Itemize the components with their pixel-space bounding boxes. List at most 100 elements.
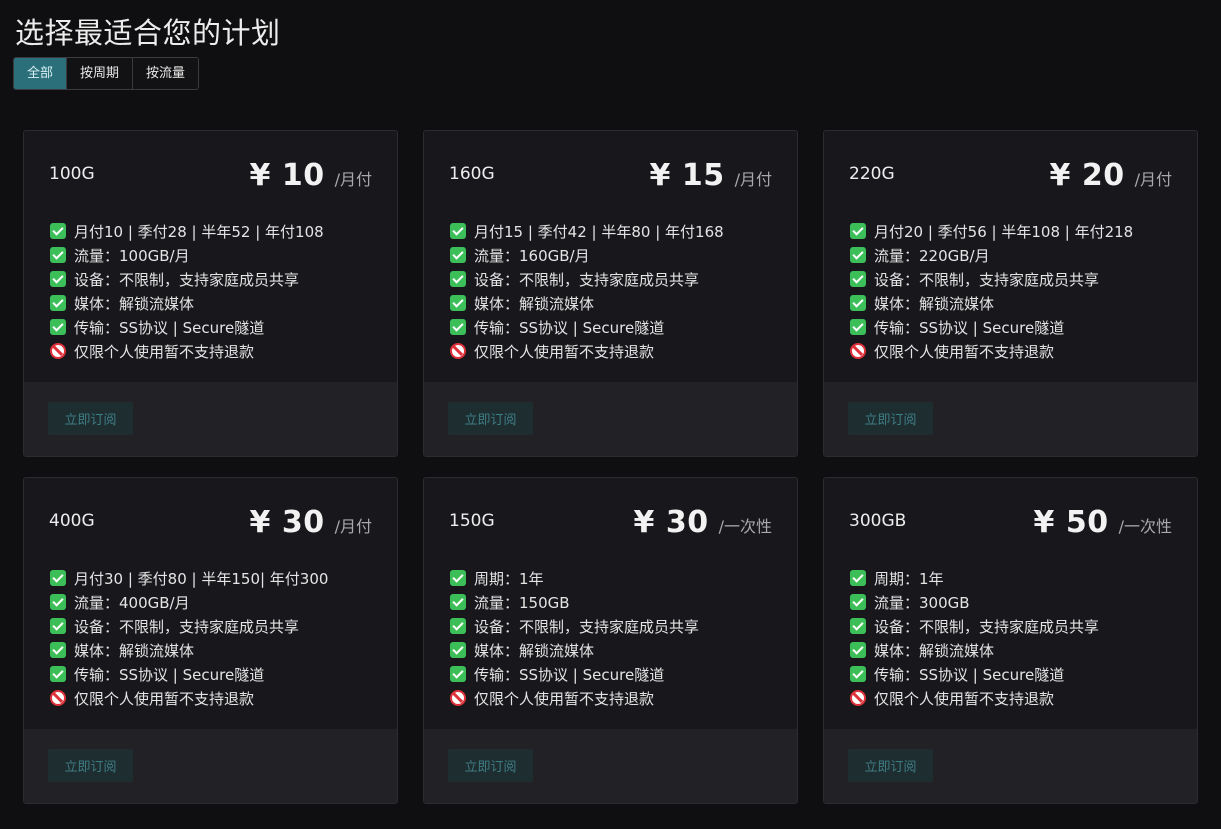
prohibited-icon [450,343,466,359]
plan-price: ¥ 15 /月付 [650,158,772,193]
feature-text: 周期：1年 [474,569,544,588]
feature-text: 仅限个人使用暂不支持退款 [474,342,655,361]
feature-text: 流量：150GB [474,593,570,612]
feature-item: 月付20 | 季付56 | 半年108 | 年付218 [850,219,1133,243]
feature-text: 仅限个人使用暂不支持退款 [74,689,255,708]
feature-item: 媒体：解锁流媒体 [450,291,724,315]
price-amount: ¥ 15 [649,158,725,193]
tab-all[interactable]: 全部 [14,58,68,89]
price-amount: ¥ 10 [249,158,325,193]
prohibited-icon [50,690,66,706]
feature-item: 仅限个人使用暂不支持退款 [850,339,1133,363]
plan-card-body: 300GB ¥ 50 /一次性 周期：1年 流量：300GB 设备：不限制，支持… [824,478,1197,729]
feature-list: 周期：1年 流量：150GB 设备：不限制，支持家庭成员共享 媒体：解锁流媒体 … [450,566,699,710]
feature-item: 周期：1年 [850,566,1099,590]
plan-card-footer: 立即订阅 [24,382,397,456]
feature-item: 媒体：解锁流媒体 [50,638,328,662]
feature-item: 流量：150GB [450,590,699,614]
check-icon [450,271,466,287]
subscribe-button[interactable]: 立即订阅 [448,402,533,435]
feature-text: 媒体：解锁流媒体 [74,641,195,660]
feature-item: 设备：不限制，支持家庭成员共享 [850,267,1133,291]
feature-text: 月付15 | 季付42 | 半年80 | 年付168 [474,222,724,241]
plan-card-body: 160G ¥ 15 /月付 月付15 | 季付42 | 半年80 | 年付168… [424,131,797,382]
plan-card-footer: 立即订阅 [824,382,1197,456]
feature-item: 流量：400GB/月 [50,590,328,614]
feature-item: 仅限个人使用暂不支持退款 [50,339,324,363]
feature-text: 媒体：解锁流媒体 [874,641,995,660]
feature-list: 月付30 | 季付80 | 半年150| 年付300 流量：400GB/月 设备… [50,566,328,710]
check-icon [50,319,66,335]
price-unit: /月付 [734,170,772,189]
feature-item: 仅限个人使用暂不支持退款 [450,686,699,710]
check-icon [450,570,466,586]
feature-list: 月付20 | 季付56 | 半年108 | 年付218 流量：220GB/月 设… [850,219,1133,363]
subscribe-button[interactable]: 立即订阅 [848,402,933,435]
feature-text: 月付20 | 季付56 | 半年108 | 年付218 [874,222,1134,241]
check-icon [850,295,866,311]
check-icon [50,594,66,610]
plan-card-body: 150G ¥ 30 /一次性 周期：1年 流量：150GB 设备：不限制，支持家… [424,478,797,729]
filter-tabs: 全部 按周期 按流量 [13,57,200,90]
feature-list: 月付10 | 季付28 | 半年52 | 年付108 流量：100GB/月 设备… [50,219,324,363]
check-icon [450,594,466,610]
feature-text: 仅限个人使用暂不支持退款 [874,689,1055,708]
feature-item: 设备：不限制，支持家庭成员共享 [50,614,328,638]
plan-card: 160G ¥ 15 /月付 月付15 | 季付42 | 半年80 | 年付168… [423,130,798,457]
check-icon [50,247,66,263]
feature-item: 流量：100GB/月 [50,243,324,267]
feature-text: 周期：1年 [874,569,944,588]
subscribe-button[interactable]: 立即订阅 [848,749,933,782]
subscribe-button[interactable]: 立即订阅 [48,402,133,435]
plan-price: ¥ 20 /月付 [1050,158,1172,193]
price-amount: ¥ 50 [1033,505,1109,540]
check-icon [850,594,866,610]
feature-item: 流量：300GB [850,590,1099,614]
feature-item: 月付10 | 季付28 | 半年52 | 年付108 [50,219,324,243]
feature-item: 流量：160GB/月 [450,243,724,267]
feature-item: 媒体：解锁流媒体 [850,638,1099,662]
check-icon [50,295,66,311]
plan-card-body: 400G ¥ 30 /月付 月付30 | 季付80 | 半年150| 年付300… [24,478,397,729]
check-icon [850,247,866,263]
feature-text: 传输：SS协议 | Secure隧道 [474,665,665,684]
feature-item: 周期：1年 [450,566,699,590]
check-icon [850,618,866,634]
check-icon [450,642,466,658]
feature-text: 仅限个人使用暂不支持退款 [474,689,655,708]
feature-text: 设备：不限制，支持家庭成员共享 [74,617,300,636]
price-unit: /月付 [1134,170,1172,189]
feature-text: 传输：SS协议 | Secure隧道 [74,318,265,337]
feature-item: 媒体：解锁流媒体 [850,291,1133,315]
tab-by-period[interactable]: 按周期 [67,58,134,89]
plan-price: ¥ 30 /月付 [250,505,372,540]
plan-card: 220G ¥ 20 /月付 月付20 | 季付56 | 半年108 | 年付21… [823,130,1198,457]
tab-by-traffic[interactable]: 按流量 [133,58,199,89]
feature-item: 仅限个人使用暂不支持退款 [450,339,724,363]
feature-text: 媒体：解锁流媒体 [474,294,595,313]
feature-text: 传输：SS协议 | Secure隧道 [874,318,1065,337]
plan-card: 150G ¥ 30 /一次性 周期：1年 流量：150GB 设备：不限制，支持家… [423,477,798,804]
feature-item: 传输：SS协议 | Secure隧道 [50,662,328,686]
feature-text: 流量：400GB/月 [74,593,190,612]
check-icon [50,642,66,658]
feature-text: 设备：不限制，支持家庭成员共享 [74,270,300,289]
check-icon [450,295,466,311]
plan-card-body: 220G ¥ 20 /月付 月付20 | 季付56 | 半年108 | 年付21… [824,131,1197,382]
plan-card-footer: 立即订阅 [24,729,397,803]
price-unit: /一次性 [1118,517,1172,536]
check-icon [50,666,66,682]
check-icon [850,642,866,658]
subscribe-button[interactable]: 立即订阅 [48,749,133,782]
plan-card-footer: 立即订阅 [424,382,797,456]
feature-text: 设备：不限制，支持家庭成员共享 [474,270,700,289]
check-icon [50,271,66,287]
subscribe-button[interactable]: 立即订阅 [448,749,533,782]
feature-item: 传输：SS协议 | Secure隧道 [50,315,324,339]
check-icon [850,666,866,682]
feature-text: 流量：300GB [874,593,970,612]
prohibited-icon [850,343,866,359]
pricing-page: 选择最适合您的计划 全部 按周期 按流量 100G ¥ 10 /月付 月付10 … [0,0,1221,829]
check-icon [850,271,866,287]
feature-list: 周期：1年 流量：300GB 设备：不限制，支持家庭成员共享 媒体：解锁流媒体 … [850,566,1099,710]
